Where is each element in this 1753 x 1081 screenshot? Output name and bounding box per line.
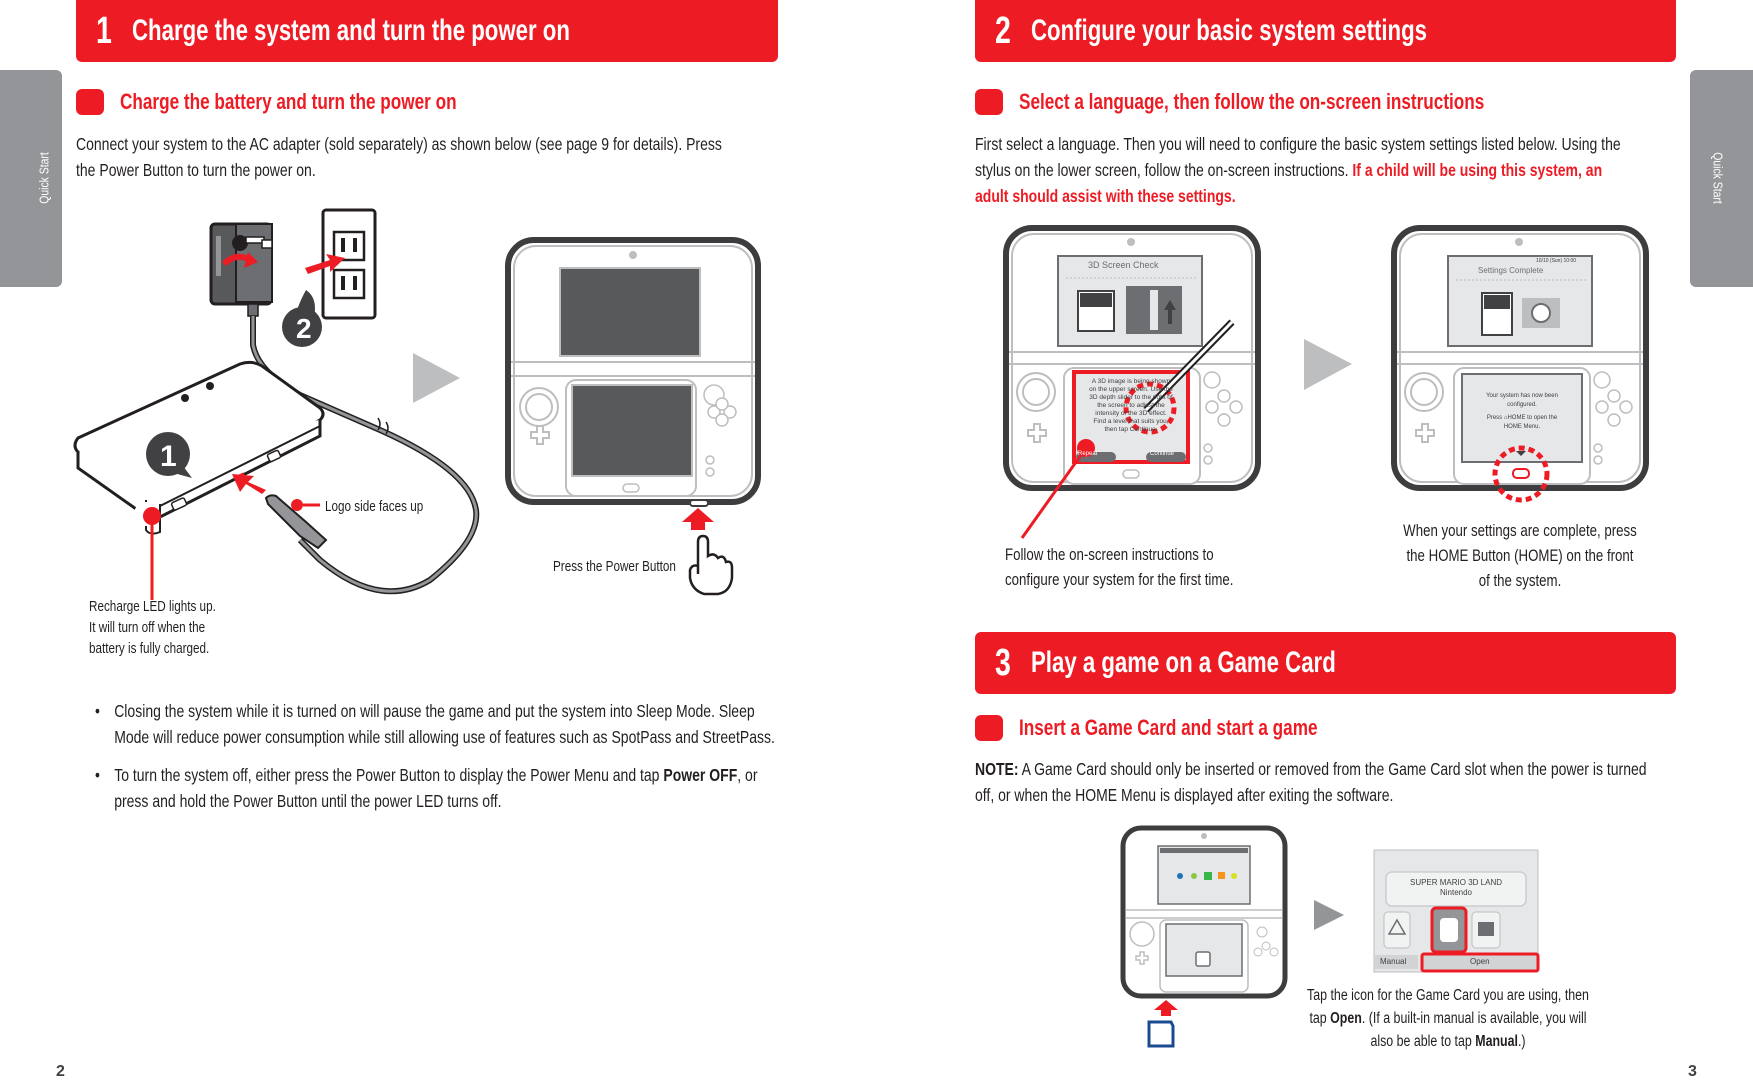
manual-term: Manual xyxy=(1475,1033,1518,1050)
text-line: tap xyxy=(1309,1010,1331,1027)
open-button[interactable]: Open xyxy=(1470,957,1490,966)
play-arrow-icon xyxy=(1314,900,1344,930)
text-line: Tap the icon for the Game Card you are u… xyxy=(1307,987,1589,1004)
text-line: Nintendo xyxy=(1439,888,1473,897)
text-line: . (If a built-in manual is available, yo… xyxy=(1361,1010,1587,1027)
page-number-right: 3 xyxy=(1688,1063,1697,1080)
manual-button[interactable]: Manual xyxy=(1380,957,1406,966)
text-line: also be able to tap xyxy=(1370,1033,1476,1050)
open-term: Open xyxy=(1330,1010,1362,1027)
game-card-icon xyxy=(1147,1020,1175,1048)
console-home-menu xyxy=(1120,825,1288,999)
text-line: .) xyxy=(1517,1033,1526,1050)
game-card-caption: Tap the icon for the Game Card you are u… xyxy=(1280,984,1616,1053)
home-menu-screen xyxy=(1373,849,1540,973)
text-line: SUPER MARIO 3D LAND xyxy=(1409,878,1503,887)
game-card-illustrations xyxy=(1120,825,1540,1048)
game-title-label: SUPER MARIO 3D LAND Nintendo xyxy=(1386,878,1526,898)
arrow-up-icon xyxy=(1154,1000,1178,1016)
